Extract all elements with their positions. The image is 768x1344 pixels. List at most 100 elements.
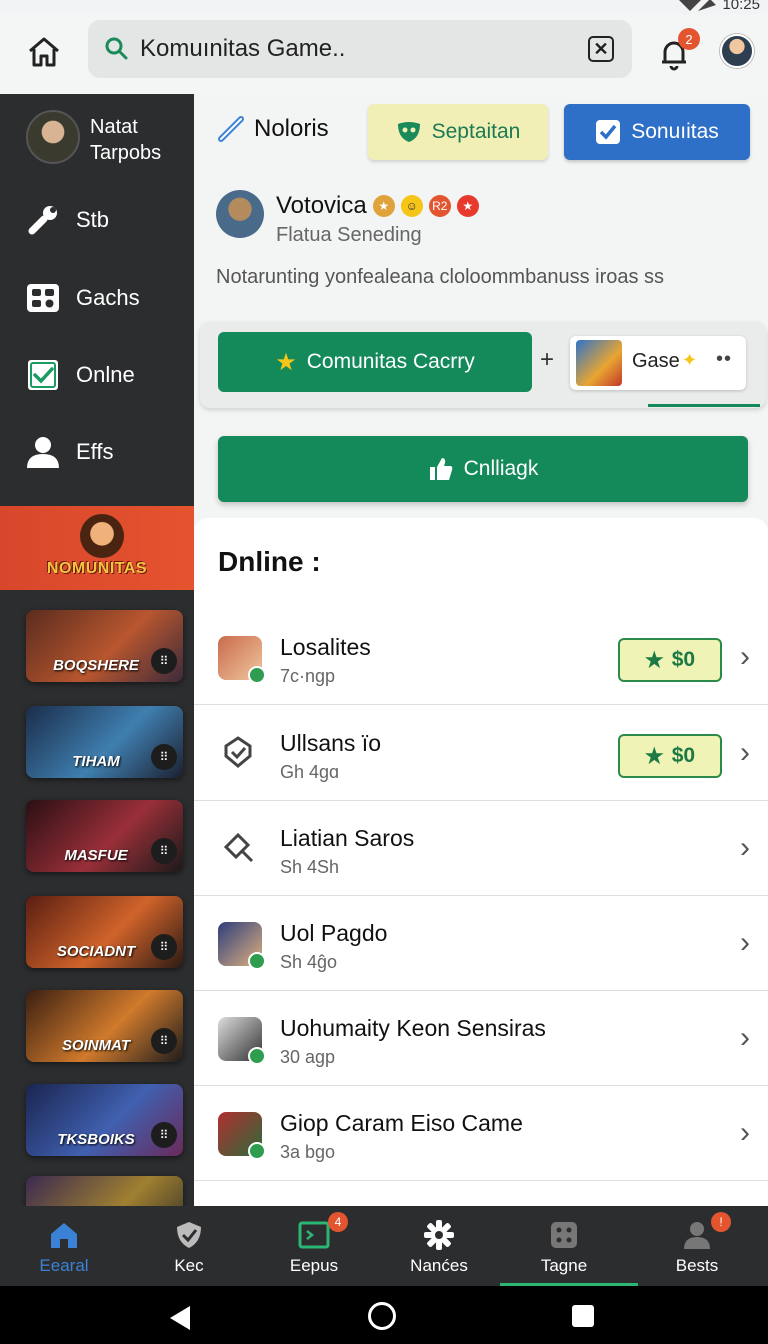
bottom-nav-gear[interactable]: Nanćes — [375, 1206, 503, 1286]
game-card[interactable]: TKSBOIKS ⠿ — [26, 1084, 183, 1156]
grid-icon[interactable]: ⠿ — [151, 838, 177, 864]
item-subtitle: Sh 4ĝo — [280, 952, 338, 972]
grid-icon[interactable]: ⠿ — [151, 744, 177, 770]
grid-icon[interactable]: ⠿ — [151, 648, 177, 674]
chevron-right-icon: › — [740, 1021, 750, 1054]
sidebar-item-effs[interactable]: Effs — [0, 422, 194, 482]
nav-badge: ! — [711, 1212, 731, 1232]
home-circle-icon[interactable] — [368, 1302, 396, 1330]
sidebar: Natat Tarpobs Stb Gachs Onlne Effs NOMUN… — [0, 94, 194, 1206]
button-label: Cnlliagk — [463, 457, 539, 480]
main-content: Noloris Septaitan Sonuıitas Votovica ★ ☺… — [194, 94, 768, 1206]
post-title: Votovica — [276, 192, 367, 219]
game-avatar — [218, 922, 266, 970]
online-list-panel: Dnline : Losalites 7c·ngp ★ $0 › Ullsans ïo Gh… — [194, 518, 768, 1206]
bottom-nav-shield[interactable]: Kec — [125, 1206, 253, 1286]
grid-icon[interactable]: ⠿ — [151, 934, 177, 960]
item-title: Ullsans ïo — [280, 730, 381, 756]
game-chip[interactable]: Gase ✦ •• — [570, 336, 746, 390]
game-card[interactable]: BOQSHERE ⠿ — [26, 610, 183, 682]
bottom-nav-label: Bests — [675, 1256, 719, 1275]
price-button[interactable]: ★ $0 — [618, 638, 722, 682]
list-item[interactable]: Losalites 7c·ngp ★ $0 › — [194, 610, 768, 705]
post-author-avatar[interactable] — [216, 190, 264, 238]
price-button[interactable]: ★ $0 — [618, 734, 722, 778]
list-item[interactable]: Ullsans ïo Gh 4gɑ ★ $0 › — [194, 706, 768, 801]
game-avatar — [218, 1017, 266, 1065]
bottom-nav-label: Kec — [174, 1256, 204, 1275]
game-card[interactable]: SOINMAT ⠿ — [26, 990, 183, 1062]
community-banner[interactable]: NOMUNITAS — [0, 506, 194, 590]
banner-mascot — [80, 514, 124, 558]
tab-noloris[interactable]: Noloris — [216, 114, 329, 144]
sidebar-item-stb[interactable]: Stb — [0, 190, 194, 250]
status-time: 10:25 — [722, 0, 760, 13]
list-item[interactable]: Uan balico› — [194, 1180, 768, 1206]
status-bar: 10:25 — [0, 0, 768, 14]
game-title: SOINMAT — [61, 1037, 131, 1054]
game-card[interactable]: MASFUE ⠿ — [26, 800, 183, 872]
chevron-right-icon: › — [740, 736, 750, 769]
item-title: Losalites — [280, 634, 371, 660]
notifications-button[interactable]: 2 — [656, 28, 700, 72]
list-item[interactable]: Uol Pagdo Sh 4ĝo › — [194, 896, 768, 991]
home-button[interactable] — [22, 32, 66, 72]
close-icon: ✕ — [593, 39, 609, 59]
tab-label: Sonuıitas — [631, 120, 719, 143]
search-input[interactable] — [140, 30, 560, 68]
tab-sonuitas[interactable]: Sonuıitas — [564, 104, 750, 160]
checkbox-icon — [24, 356, 62, 394]
search-bar: ✕ — [88, 20, 632, 78]
bottom-nav-user[interactable]: Bests! — [633, 1206, 761, 1286]
game-title: MASFUE — [64, 847, 128, 864]
more-icon[interactable]: •• — [716, 348, 732, 371]
tab-label: Noloris — [254, 115, 329, 142]
item-subtitle: 3a bgo — [280, 1142, 336, 1162]
list-header: Dnline : — [218, 546, 321, 577]
game-thumbnail — [576, 340, 622, 386]
bottom-nav-label: Eepus — [289, 1256, 339, 1275]
game-card[interactable]: TIHAM ⠿ — [26, 706, 183, 778]
list-item[interactable]: Giop Caram Eiso Came 3a bgo › — [194, 1086, 768, 1181]
grid-icon[interactable]: ⠿ — [151, 1122, 177, 1148]
sidebar-item-online[interactable]: Onlne — [0, 345, 194, 405]
shield-icon — [171, 1218, 207, 1252]
online-dot — [248, 1142, 266, 1160]
clear-search-button[interactable]: ✕ — [588, 36, 614, 62]
list-item[interactable]: Uohumaity Keon Sensiras 30 agp › — [194, 991, 768, 1086]
community-carry-button[interactable]: ★ Comunitas Cacrry — [218, 332, 532, 392]
challenge-button[interactable]: Cnlliagk — [218, 436, 748, 502]
game-card[interactable] — [26, 1176, 183, 1206]
post-subtitle: Flatua Seneding — [276, 224, 422, 246]
user-avatar[interactable] — [720, 34, 754, 68]
star-icon: ★ — [644, 648, 664, 672]
home-icon — [46, 1218, 82, 1252]
mask-icon — [397, 122, 420, 142]
game-avatar — [218, 636, 266, 684]
star-icon: ★ — [275, 348, 297, 376]
recents-icon[interactable] — [572, 1305, 594, 1327]
star-icon: ★ — [644, 744, 664, 768]
sidebar-item-gachs[interactable]: Gachs — [0, 268, 194, 328]
tab-row: Noloris Septaitan Sonuıitas — [194, 94, 768, 174]
game-title: TKSBOIKS — [57, 1131, 135, 1148]
sidebar-profile[interactable]: Natat Tarpobs — [0, 94, 194, 184]
tab-septaitan[interactable]: Septaitan — [368, 104, 548, 160]
bottom-nav-home[interactable]: Eearal — [0, 1206, 128, 1286]
nav-badge: 4 — [328, 1212, 348, 1232]
chip-label: Gase — [632, 350, 680, 372]
list-item[interactable]: Liatian Saros Sh 4Sh › — [194, 801, 768, 896]
chevron-right-icon: › — [740, 1116, 750, 1149]
search-icon — [105, 37, 128, 60]
price-label: $0 — [671, 744, 696, 767]
bottom-nav-dice[interactable]: Tagne — [500, 1206, 638, 1286]
level-badge: R2 — [428, 195, 451, 217]
tab-label: Septaitan — [431, 120, 521, 143]
bottom-nav-terminal[interactable]: Eepus 4 — [250, 1206, 378, 1286]
back-icon[interactable] — [170, 1306, 190, 1330]
item-title: Uohumaity Keon Sensiras — [280, 1015, 546, 1041]
tag-icon — [218, 827, 262, 871]
grid-icon[interactable]: ⠿ — [151, 1028, 177, 1054]
item-subtitle: 30 agp — [280, 1047, 336, 1067]
game-card[interactable]: SOCIADNT ⠿ — [26, 896, 183, 968]
